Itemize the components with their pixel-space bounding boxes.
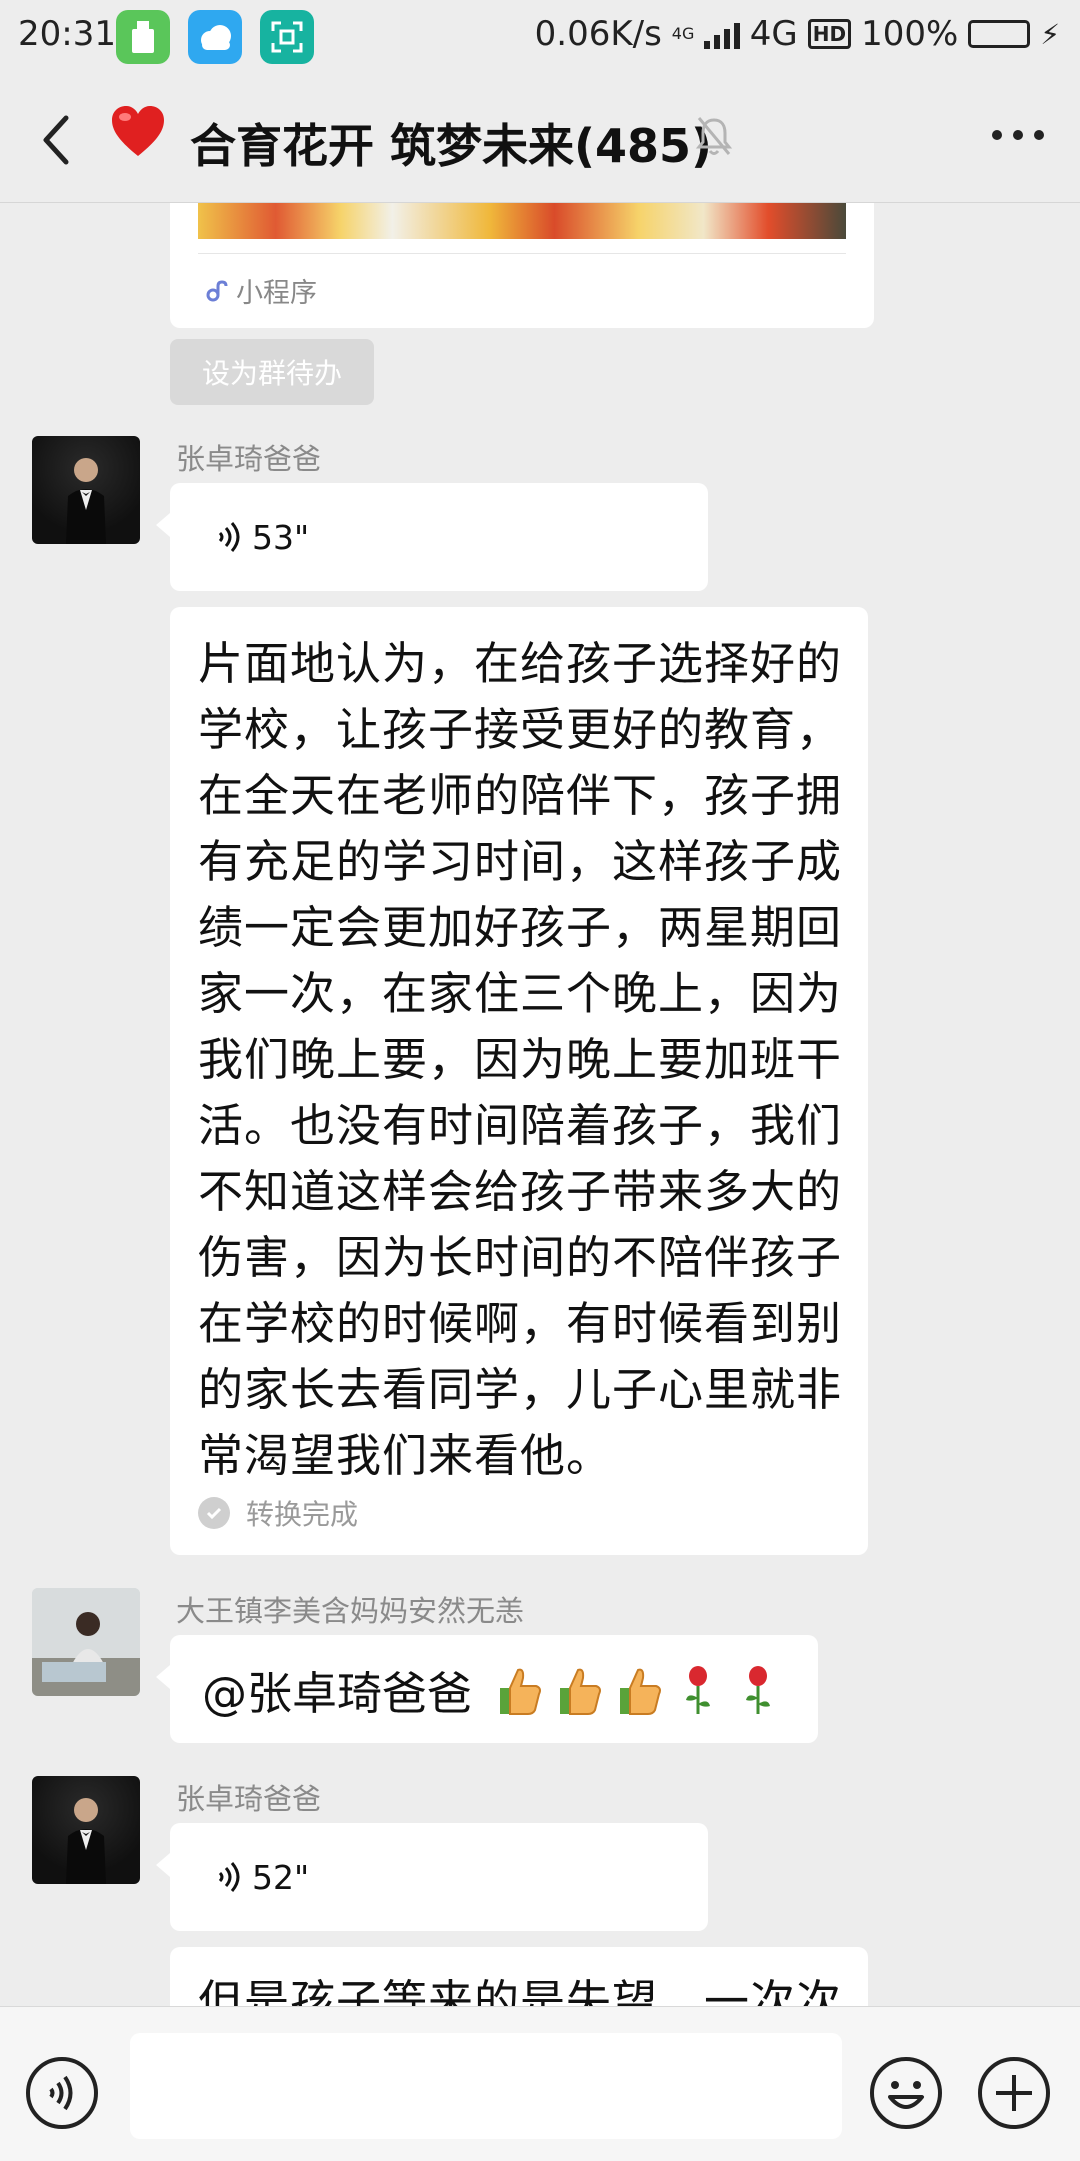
sender-name: 张卓琦爸爸 <box>176 442 322 476</box>
thumbs-up-emoji-icon <box>620 1668 661 1715</box>
status-bar: 20:31 0.06K/s 4G 4G HD 100% ⚡ <box>0 0 1080 72</box>
back-arrow-icon[interactable] <box>36 110 76 170</box>
avatar[interactable] <box>32 1588 140 1696</box>
signal-icon <box>703 19 740 49</box>
mention-text: @张卓琦爸爸 <box>202 1667 473 1720</box>
rose-emoji-icon <box>686 1665 711 1714</box>
avatar[interactable] <box>32 1776 140 1884</box>
chat-header: 合育花开 筑梦未来(485) <box>0 72 1080 203</box>
message-input[interactable] <box>130 2033 842 2139</box>
bell-off-icon <box>695 117 733 155</box>
divider <box>198 253 846 254</box>
voice-wave-icon <box>218 522 240 552</box>
emoji-sequence <box>490 1662 786 1718</box>
plus-icon[interactable] <box>976 2055 1052 2131</box>
network-label: 4G <box>749 14 798 54</box>
status-time: 20:31 <box>18 14 116 54</box>
conversion-status: 转换完成 <box>198 1493 358 1533</box>
sender-name: 张卓琦爸爸 <box>176 1782 322 1816</box>
chat-message-list[interactable]: 小程序 设为群待办 张卓琦爸爸 53" 片面地认为，在给孩子选择好的学校，让孩子… <box>0 203 1080 2006</box>
voice-duration: 52" <box>252 1857 310 1897</box>
voice-message[interactable]: 52" <box>156 1823 708 1931</box>
message-content: @张卓琦爸爸 <box>202 1657 786 1722</box>
emoji-icon[interactable] <box>868 2055 944 2131</box>
mini-program-label: 小程序 <box>236 278 317 309</box>
scanner-app-icon <box>260 10 314 64</box>
mini-program-card[interactable]: 小程序 <box>170 203 874 328</box>
mini-program-tag: 小程序 <box>204 271 317 310</box>
transcript-text: 但是孩子等来的是失望，一次次 <box>198 1975 843 2006</box>
voice-wave-icon <box>218 1862 240 1892</box>
voice-mode-icon[interactable] <box>24 2055 100 2131</box>
more-dots-icon[interactable] <box>992 130 1044 142</box>
thumbs-up-emoji-icon <box>500 1668 541 1715</box>
status-right-group: 0.06K/s 4G 4G HD 100% ⚡ <box>535 14 1060 54</box>
check-icon <box>198 1497 230 1529</box>
rose-emoji-icon <box>746 1665 771 1714</box>
net-speed: 0.06K/s <box>534 14 662 54</box>
battery-percent: 100% <box>861 14 959 54</box>
voice-transcript-bubble[interactable]: 但是孩子等来的是失望，一次次 <box>170 1947 868 2006</box>
mini-program-icon <box>206 279 228 301</box>
cleaner-app-icon <box>116 10 170 64</box>
hd-badge: HD <box>807 19 852 49</box>
thumbs-up-emoji-icon <box>560 1668 601 1715</box>
voice-duration: 53" <box>252 517 310 557</box>
conversion-status-text: 转换完成 <box>246 1498 359 1531</box>
input-bar <box>0 2006 1080 2161</box>
avatar[interactable] <box>32 436 140 544</box>
weather-app-icon <box>188 10 242 64</box>
transcript-text: 片面地认为，在给孩子选择好的学校，让孩子接受更好的教育，在全天在老师的陪伴下，孩… <box>198 637 843 1482</box>
sender-name: 大王镇李美含妈妈安然无恙 <box>176 1594 525 1628</box>
heart-icon <box>112 106 164 156</box>
set-group-todo-button[interactable]: 设为群待办 <box>170 339 374 405</box>
charging-icon: ⚡ <box>1040 17 1060 51</box>
mini-program-thumbnail <box>198 203 846 239</box>
voice-message[interactable]: 53" <box>156 483 708 591</box>
chat-title: 合育花开 筑梦未来(485) <box>190 119 713 173</box>
voice-transcript-bubble[interactable]: 片面地认为，在给孩子选择好的学校，让孩子接受更好的教育，在全天在老师的陪伴下，孩… <box>170 607 868 1555</box>
battery-icon <box>968 20 1031 48</box>
text-message[interactable]: @张卓琦爸爸 <box>156 1635 818 1743</box>
network-small-label: 4G <box>671 24 695 43</box>
